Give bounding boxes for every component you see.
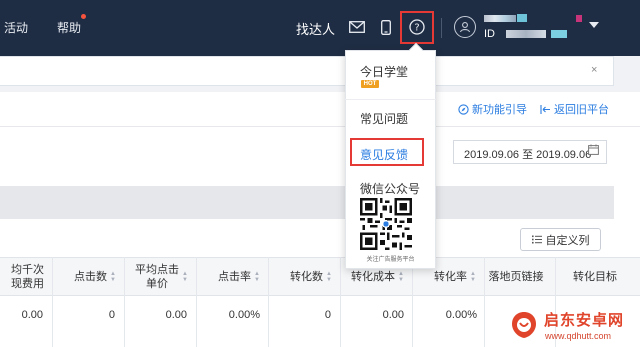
watermark-title: 启东安卓网 <box>544 312 625 329</box>
watermark-logo-icon <box>512 312 536 338</box>
column-header-label: 点击率 <box>218 270 252 283</box>
date-range-picker[interactable]: 2019.09.06 至 2019.09.06 <box>453 140 607 164</box>
mobile-icon[interactable] <box>375 16 397 38</box>
column-header-label: 转化率 <box>434 270 468 283</box>
nav-find-talent[interactable]: 找达人 <box>296 19 335 38</box>
table-cell: 0.00 <box>165 309 187 321</box>
qr-caption: 关注广告服务平台 <box>366 257 415 263</box>
chart-area-header <box>0 186 614 219</box>
redacted-username <box>517 14 527 22</box>
menu-divider <box>345 99 436 100</box>
table-cell: 0 <box>324 309 331 321</box>
menu-item-today-academy[interactable]: 今日学堂 <box>360 63 408 80</box>
table-cell: 0.00% <box>228 309 260 321</box>
watermark-url: www.qdhutt.com <box>545 331 612 341</box>
table-cell: 0.00% <box>445 309 477 321</box>
sort-icon[interactable]: ▲ ▼ <box>398 271 404 283</box>
column-header-label: 平均点击 单价 <box>135 263 180 290</box>
calendar-icon[interactable] <box>588 144 599 158</box>
hot-badge: HOT <box>361 80 379 88</box>
nav-help[interactable]: 帮助 <box>57 19 81 36</box>
nav-divider <box>441 18 442 38</box>
column-header-landing-page[interactable]: 落地页链接 <box>484 257 548 296</box>
table-cell: 0.00 <box>21 309 43 321</box>
redacted-username <box>484 15 516 22</box>
nav-activity[interactable]: 活动 <box>4 19 28 36</box>
wechat-qr-code <box>360 198 412 250</box>
sort-icon[interactable]: ▲ ▼ <box>326 271 332 283</box>
sort-icon[interactable]: ▲ ▼ <box>182 271 188 283</box>
search-input[interactable] <box>0 56 614 86</box>
column-header-clicks[interactable]: 点击数 ▲ ▼ <box>52 257 116 296</box>
custom-columns-label: 自定义列 <box>545 234 590 247</box>
table-cell: 0.00 <box>382 309 404 321</box>
column-header-label: 转化数 <box>290 270 324 283</box>
new-feature-guide-link[interactable]: 新功能引导 <box>458 101 527 117</box>
redacted-user-mark <box>576 15 582 22</box>
sort-icon[interactable]: ▲ ▼ <box>254 271 260 283</box>
column-header-avg-cpc[interactable]: 平均点击 单价 ▲ ▼ <box>124 257 188 296</box>
redacted-account-id <box>506 30 546 38</box>
custom-columns-button[interactable]: 自定义列 <box>520 228 601 251</box>
feedback-highlight <box>350 138 424 166</box>
back-to-old-platform-label: 返回旧平台 <box>554 104 609 116</box>
column-header-label: 点击数 <box>74 270 108 283</box>
column-header-ctr[interactable]: 点击率 ▲ ▼ <box>196 257 260 296</box>
notification-dot <box>81 14 86 19</box>
table-cell: 0 <box>108 309 115 321</box>
help-icon-highlight <box>400 11 434 44</box>
return-icon <box>540 104 550 114</box>
chevron-down-icon[interactable] <box>589 22 599 28</box>
column-header-conversion-goal[interactable]: 转化目标 <box>555 257 635 296</box>
menu-item-wechat[interactable]: 微信公众号 <box>360 180 420 197</box>
back-to-old-platform-link[interactable]: 返回旧平台 <box>540 101 609 117</box>
clear-search-button[interactable]: × <box>591 64 597 76</box>
column-header-conversions[interactable]: 转化数 ▲ ▼ <box>268 257 332 296</box>
column-header-cpm[interactable]: 均千次 现费用 <box>0 257 44 296</box>
menu-item-faq[interactable]: 常见问题 <box>360 110 408 127</box>
list-icon <box>531 235 542 244</box>
mail-icon[interactable] <box>346 16 368 38</box>
new-feature-guide-label: 新功能引导 <box>472 104 527 116</box>
sort-icon[interactable]: ▲ ▼ <box>110 271 116 283</box>
panel-divider <box>0 126 640 127</box>
user-icon[interactable] <box>454 16 476 38</box>
sort-icon[interactable]: ▲ ▼ <box>470 271 476 283</box>
column-header-label: 转化成本 <box>351 270 396 283</box>
redacted-account-id <box>551 30 567 38</box>
compass-icon <box>458 103 469 115</box>
account-id-label: ID <box>484 28 495 40</box>
